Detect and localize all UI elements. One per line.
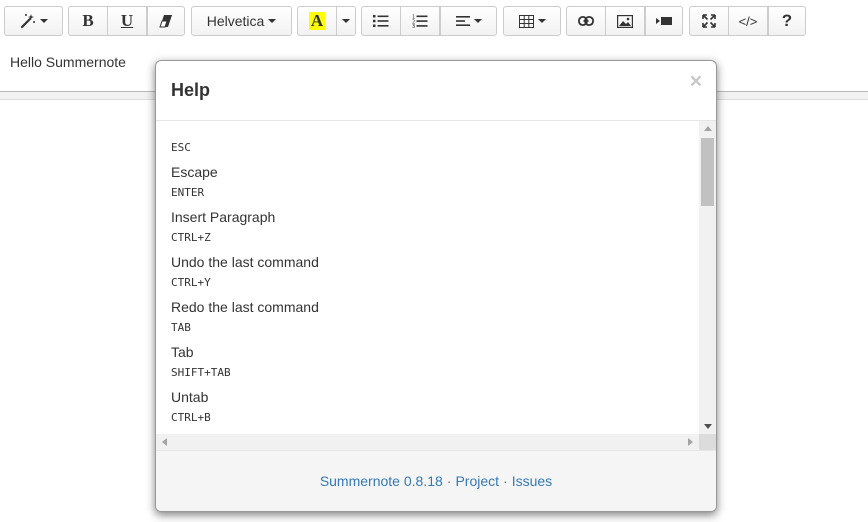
fullscreen-icon — [702, 14, 716, 28]
ordered-list-button[interactable]: 1 2 3 — [400, 6, 440, 36]
magic-wand-icon — [20, 13, 36, 29]
shortcut-description: Insert Paragraph — [171, 209, 276, 225]
font-family-label: Helvetica — [206, 13, 265, 29]
color-dropdown-button[interactable] — [336, 6, 356, 36]
underline-button[interactable]: U — [107, 6, 147, 36]
bold-label: B — [82, 11, 94, 30]
video-icon — [656, 16, 672, 26]
editor-content[interactable]: Hello Summernote — [10, 54, 126, 70]
fullscreen-button[interactable] — [689, 6, 729, 36]
help-label: ? — [781, 11, 793, 30]
font-color-label: A — [308, 11, 326, 30]
footer-separator: · — [446, 473, 452, 489]
shortcut-key: TAB — [171, 321, 191, 334]
shortcut-description: Tab — [171, 344, 194, 360]
shortcut-key: CTRL+Z — [171, 231, 211, 244]
unordered-list-icon — [373, 14, 389, 28]
align-left-icon — [455, 15, 470, 27]
clear-format-button[interactable] — [147, 6, 185, 36]
chevron-down-icon — [473, 19, 482, 23]
shortcut-description: Untab — [171, 389, 209, 405]
help-dialog: Help × ESC Escape ENTER Insert Paragraph… — [155, 60, 717, 512]
font-family-dropdown[interactable]: Helvetica — [191, 6, 292, 36]
help-shortcut-list: ESC Escape ENTER Insert Paragraph CTRL+Z… — [171, 139, 691, 450]
unordered-list-button[interactable] — [361, 6, 401, 36]
scroll-down-arrow-icon[interactable] — [704, 424, 712, 429]
eraser-icon — [159, 14, 173, 28]
underline-label: U — [120, 11, 134, 30]
chevron-down-icon — [268, 19, 277, 23]
editor-toolbar: B U Helvetica A 1 2 3 </> ? — [0, 0, 868, 44]
scroll-up-arrow-icon[interactable] — [704, 126, 712, 131]
insert-video-button[interactable] — [645, 6, 683, 36]
help-dialog-footer: Summernote 0.8.18 · Project · Issues — [156, 450, 716, 511]
shortcut-key: SHIFT+TAB — [171, 366, 231, 379]
help-dialog-title: Help — [171, 80, 211, 100]
help-shortcut-list-container[interactable]: ESC Escape ENTER Insert Paragraph CTRL+Z… — [156, 121, 716, 450]
style-dropdown-button[interactable] — [4, 6, 63, 36]
scrollbar-thumb[interactable] — [701, 138, 714, 206]
code-view-label: </> — [738, 13, 758, 29]
shortcut-key: ESC — [171, 141, 191, 154]
scroll-right-arrow-icon[interactable] — [688, 438, 693, 446]
chevron-down-icon — [39, 19, 48, 23]
shortcut-description: Redo the last command — [171, 299, 319, 315]
insert-picture-button[interactable] — [605, 6, 645, 36]
ordered-list-icon: 1 2 3 — [412, 14, 428, 29]
chevron-down-icon — [342, 19, 350, 23]
shortcut-key: CTRL+Y — [171, 276, 211, 289]
table-dropdown-button[interactable] — [503, 6, 561, 36]
help-dialog-header: Help × — [156, 61, 716, 121]
svg-text:3: 3 — [412, 24, 415, 29]
recent-color-button[interactable]: A — [297, 6, 337, 36]
close-icon[interactable]: × — [690, 71, 702, 92]
scrollbar-corner — [699, 434, 716, 450]
code-view-button[interactable]: </> — [728, 6, 768, 36]
shortcut-description: Undo the last command — [171, 254, 319, 270]
horizontal-scrollbar[interactable] — [156, 434, 699, 450]
bold-button[interactable]: B — [68, 6, 108, 36]
shortcut-key: ENTER — [171, 186, 205, 199]
scroll-left-arrow-icon[interactable] — [162, 438, 167, 446]
shortcut-key: CTRL+B — [171, 411, 211, 424]
chevron-down-icon — [537, 19, 546, 23]
summernote-version-link[interactable]: Summernote 0.8.18 — [320, 473, 443, 489]
footer-separator: · — [503, 473, 508, 489]
paragraph-align-dropdown[interactable] — [440, 6, 497, 36]
insert-link-button[interactable] — [566, 6, 606, 36]
table-icon — [518, 14, 534, 28]
help-button[interactable]: ? — [768, 6, 806, 36]
shortcut-description: Escape — [171, 164, 218, 180]
picture-icon — [617, 14, 633, 28]
issues-link[interactable]: Issues — [512, 473, 552, 489]
link-icon — [578, 16, 594, 26]
project-link[interactable]: Project — [455, 473, 499, 489]
vertical-scrollbar[interactable] — [699, 121, 716, 434]
